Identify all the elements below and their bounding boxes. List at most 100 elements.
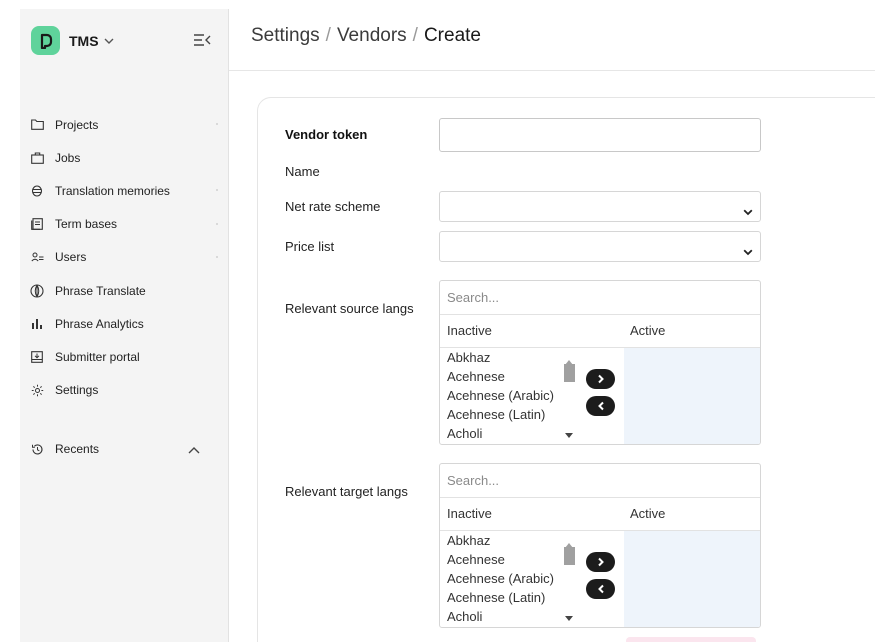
list-item[interactable]: Acholi [447, 426, 578, 444]
list-item[interactable]: Acholi [447, 609, 578, 627]
source-inactive-list[interactable]: Abkhaz Acehnese Acehnese (Arabic) Acehne… [440, 348, 578, 444]
gear-icon [30, 383, 44, 397]
vendor-token-input[interactable] [439, 118, 761, 152]
submenu-indicator [216, 189, 218, 192]
sidebar-item-settings[interactable]: Settings [30, 374, 220, 407]
inactive-header: Inactive [447, 506, 492, 521]
sidebar-item-phrase-translate[interactable]: Phrase Translate [30, 274, 220, 307]
scrollbar-thumb[interactable] [564, 364, 575, 382]
sidebar-item-term-bases[interactable]: Term bases [30, 208, 220, 241]
sidebar-item-label: Users [55, 250, 87, 265]
list-item[interactable]: Acehnese [447, 369, 578, 388]
scroll-down-arrow-icon[interactable] [565, 425, 573, 443]
remove-from-active-button[interactable] [586, 579, 615, 599]
brand-name: TMS [69, 32, 99, 49]
partial-element-below-fold [626, 637, 756, 642]
chevron-down-icon [743, 243, 753, 261]
sidebar-item-jobs[interactable]: Jobs [30, 141, 220, 174]
sidebar-item-label: Term bases [55, 217, 118, 232]
sidebar-item-phrase-analytics[interactable]: Phrase Analytics [30, 307, 220, 340]
breadcrumb-separator: / [412, 25, 418, 46]
add-to-active-button[interactable] [586, 369, 615, 389]
source-langs-transfer: Search... Inactive Active Abkhaz Acehnes… [439, 280, 761, 445]
sidebar: TMS Projects Jobs Translation memories T… [20, 9, 229, 642]
source-active-list[interactable] [624, 348, 760, 444]
breadcrumb-current: Create [423, 25, 481, 46]
sidebar-item-label: Projects [55, 117, 99, 132]
page-header: Settings / Vendors / Create [229, 9, 875, 71]
sidebar-nav: Projects Jobs Translation memories Term … [30, 108, 220, 407]
history-icon [30, 442, 44, 456]
inactive-header: Inactive [447, 323, 492, 338]
target-langs-headers: Inactive Active [440, 498, 760, 531]
recents-label: Recents [55, 442, 100, 456]
scrollbar-thumb[interactable] [564, 547, 575, 565]
briefcase-icon [30, 151, 44, 165]
breadcrumb: Settings / Vendors / Create [251, 25, 481, 47]
sidebar-item-submitter-portal[interactable]: Submitter portal [30, 340, 220, 373]
target-inactive-list[interactable]: Abkhaz Acehnese Acehnese (Arabic) Acehne… [440, 531, 578, 627]
sidebar-item-label: Jobs [55, 150, 81, 165]
sidebar-item-label: Settings [55, 383, 99, 398]
list-item[interactable]: Acehnese (Latin) [447, 590, 578, 609]
collapse-sidebar-icon[interactable] [192, 31, 212, 49]
name-label: Name [285, 164, 320, 179]
database-icon [30, 184, 44, 198]
breadcrumb-vendors-link[interactable]: Vendors [337, 25, 407, 46]
price-list-select[interactable] [439, 231, 761, 262]
active-header: Active [630, 506, 666, 521]
chevron-right-icon [597, 557, 604, 567]
scrollbar[interactable] [563, 533, 577, 627]
list-item[interactable]: Acehnese (Arabic) [447, 571, 578, 590]
breadcrumb-separator: / [325, 25, 331, 46]
submenu-indicator [216, 222, 218, 225]
sidebar-item-label: Translation memories [55, 183, 170, 198]
submenu-indicator [216, 123, 218, 125]
net-rate-scheme-label: Net rate scheme [285, 199, 381, 214]
sidebar-item-users[interactable]: Users [30, 241, 220, 274]
brand-switcher[interactable]: TMS [31, 26, 114, 55]
sidebar-item-projects[interactable]: Projects [30, 108, 220, 141]
target-langs-transfer: Search... Inactive Active Abkhaz Acehnes… [439, 463, 761, 628]
list-item[interactable]: Acehnese (Latin) [447, 407, 578, 426]
net-rate-scheme-select[interactable] [439, 191, 761, 222]
chevron-down-icon [743, 203, 753, 221]
active-header: Active [630, 323, 666, 338]
source-langs-search-input[interactable]: Search... [440, 281, 760, 315]
source-langs-headers: Inactive Active [440, 315, 760, 348]
target-langs-search-input[interactable]: Search... [440, 464, 760, 498]
chevron-left-icon [597, 584, 604, 594]
inbox-icon [30, 350, 44, 364]
scroll-down-arrow-icon[interactable] [565, 608, 573, 626]
list-item[interactable]: Abkhaz [447, 533, 578, 552]
add-to-active-button[interactable] [586, 552, 615, 572]
source-langs-body: Abkhaz Acehnese Acehnese (Arabic) Acehne… [440, 348, 760, 444]
globe-icon [30, 283, 44, 298]
price-list-label: Price list [285, 239, 335, 254]
chevron-up-icon [188, 443, 200, 457]
sidebar-item-label: Phrase Analytics [55, 316, 144, 331]
submenu-indicator [216, 255, 218, 258]
list-item[interactable]: Abkhaz [447, 350, 578, 369]
users-icon [30, 250, 44, 264]
folder-icon [30, 118, 44, 132]
sidebar-recents-toggle[interactable]: Recents [30, 437, 200, 461]
vendor-token-label: Vendor token [285, 127, 368, 142]
phrase-logo-icon [31, 26, 60, 55]
chevron-right-icon [597, 374, 604, 384]
bar-chart-icon [30, 317, 44, 331]
sidebar-item-translation-memories[interactable]: Translation memories [30, 174, 220, 207]
target-langs-label: Relevant target langs [285, 484, 408, 499]
chevron-down-icon [104, 38, 114, 44]
target-active-list[interactable] [624, 531, 760, 627]
target-langs-body: Abkhaz Acehnese Acehnese (Arabic) Acehne… [440, 531, 760, 627]
sidebar-item-label: Phrase Translate [55, 283, 146, 298]
list-item[interactable]: Acehnese [447, 552, 578, 571]
scrollbar[interactable] [563, 350, 577, 444]
remove-from-active-button[interactable] [586, 396, 615, 416]
app-window: TMS Projects Jobs Translation memories T… [0, 0, 875, 642]
chevron-left-icon [597, 401, 604, 411]
breadcrumb-settings-link[interactable]: Settings [251, 25, 320, 46]
list-item[interactable]: Acehnese (Arabic) [447, 388, 578, 407]
book-icon [30, 217, 44, 231]
